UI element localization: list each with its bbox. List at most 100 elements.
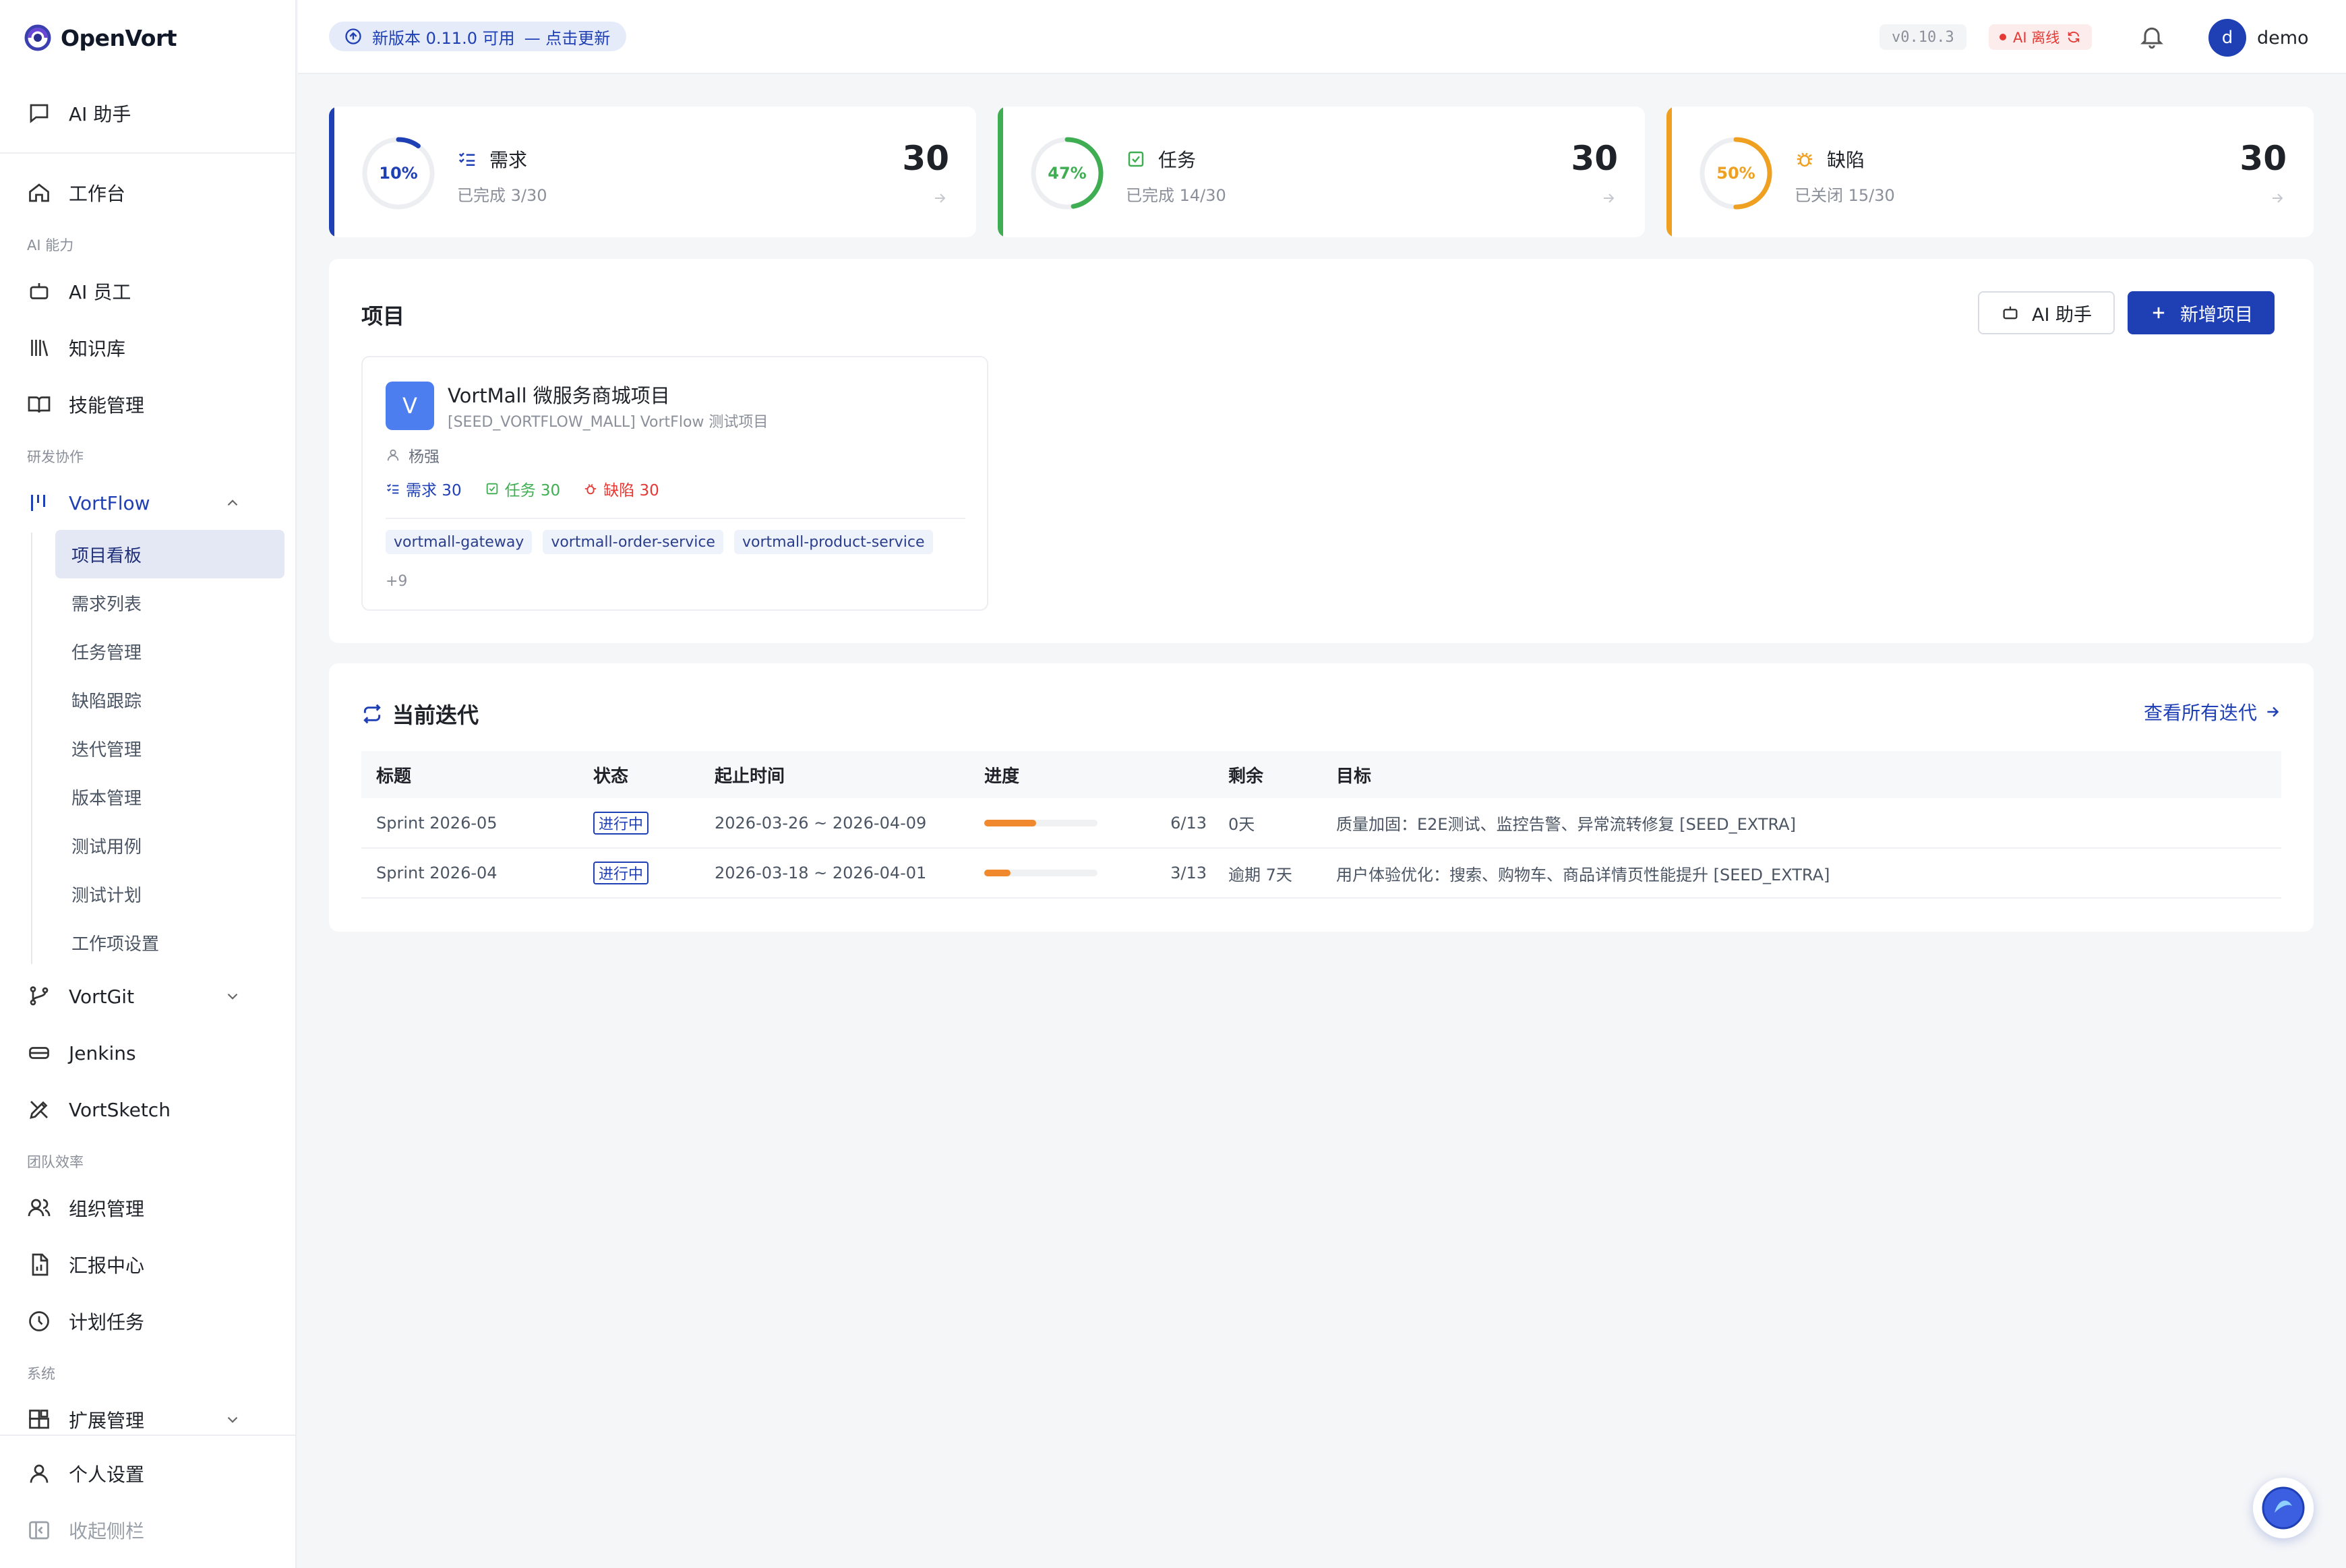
sidebar-item-reports[interactable]: 汇报中心: [12, 1240, 284, 1289]
sidebar-subitem-test-cases[interactable]: 测试用例: [55, 821, 284, 870]
card-divider: [386, 518, 965, 519]
sidebar-subitem-test-plans[interactable]: 测试计划: [55, 870, 284, 918]
arrow-right-icon: [935, 193, 946, 203]
sprint-title[interactable]: Sprint 2026-05: [361, 798, 578, 849]
section-label-dev: 研发协作: [27, 449, 84, 465]
stat-card-requirements[interactable]: 10% 需求 已完成 3/30 30: [329, 107, 976, 237]
sidebar-item-label: Jenkins: [69, 1042, 136, 1064]
count-text: 需求 30: [406, 482, 462, 500]
sidebar-item-knowledge[interactable]: 知识库: [12, 324, 284, 372]
sidebar-subitem-bugs[interactable]: 缺陷跟踪: [55, 675, 284, 724]
update-banner[interactable]: 新版本 0.11.0 可用 — 点击更新: [329, 22, 627, 51]
bug-icon: [584, 484, 597, 495]
sidebar-item-extensions[interactable]: 扩展管理: [12, 1395, 284, 1444]
chevron-up-icon: [227, 500, 238, 506]
robot-icon: [30, 283, 49, 299]
sidebar-item-vortgit[interactable]: VortGit: [12, 972, 284, 1021]
status-badge: 进行中: [593, 862, 649, 884]
progress-cell: 3/13: [969, 848, 1213, 899]
panel-title: 项目: [361, 303, 405, 329]
sidebar-item-vortflow[interactable]: VortFlow: [12, 479, 284, 527]
sidebar-item-skills[interactable]: 技能管理: [12, 380, 284, 429]
column-header: 标题: [361, 751, 578, 798]
bell-icon[interactable]: [2138, 23, 2165, 50]
sidebar-subitem-iterations[interactable]: 迭代管理: [55, 724, 284, 773]
users-icon: [28, 1199, 51, 1217]
sprint-title[interactable]: Sprint 2026-04: [361, 848, 578, 899]
date-range: 2026-03-18 ~ 2026-04-01: [700, 848, 969, 899]
sidebar-divider: [0, 1435, 295, 1436]
status-cell: 进行中: [578, 848, 700, 899]
sidebar-item-scheduled[interactable]: 计划任务: [12, 1297, 284, 1346]
sidebar-subitem-requirements[interactable]: 需求列表: [55, 578, 284, 627]
iteration-goal: 用户体验优化：搜索、购物车、商品详情页性能提升 [SEED_EXTRA]: [1321, 848, 2281, 899]
sidebar-item-label: AI 助手: [69, 103, 131, 125]
sidebar-item-ai-staff[interactable]: AI 员工: [12, 267, 284, 315]
count-text: 任务 30: [504, 482, 561, 500]
sidebar-subitem-versions[interactable]: 版本管理: [55, 773, 284, 821]
project-name[interactable]: VortMall 微服务商城项目: [448, 380, 670, 409]
bug-count[interactable]: 缺陷 30: [583, 477, 659, 500]
sidebar-subitem-project-board[interactable]: 项目看板: [55, 530, 284, 578]
sidebar-item-workbench[interactable]: 工作台: [12, 169, 284, 217]
sidebar-item-org[interactable]: 组织管理: [12, 1184, 284, 1232]
requirement-count[interactable]: 需求 30: [386, 477, 462, 500]
sidebar-item-label: AI 员工: [69, 281, 131, 303]
git-branch-icon: [30, 986, 49, 1006]
projects-panel: 项目 AI 助手 新增项目 V VortMall 微服务商城项目 [SEED_V…: [329, 259, 2314, 643]
ai-assistant-button[interactable]: AI 助手: [1978, 291, 2115, 334]
sidebar-item-label: 收起侧栏: [69, 1520, 145, 1542]
date-range: 2026-03-26 ~ 2026-04-09: [700, 798, 969, 849]
repo-tag[interactable]: vortmall-order-service: [543, 530, 723, 554]
sidebar-item-ai-assistant[interactable]: AI 助手: [12, 89, 284, 138]
plus-icon: [2153, 307, 2165, 319]
stat-sub: 已关闭 15/30: [1795, 186, 1895, 205]
status-cell: 进行中: [578, 798, 700, 849]
stat-card-bugs[interactable]: 50% 缺陷 已关闭 15/30 30: [1666, 107, 2314, 237]
stat-title: 缺陷: [1795, 146, 1865, 173]
user-menu[interactable]: d demo: [2208, 19, 2309, 57]
floating-assistant-button[interactable]: [2253, 1478, 2314, 1538]
iterations-panel: 当前迭代 查看所有迭代 标题 状态 起止时间 进度 剩余 目标 Sprint 2…: [329, 663, 2314, 932]
sidebar-item-label: 个人设置: [69, 1464, 145, 1486]
refresh-icon: [2068, 31, 2080, 43]
app-logo[interactable]: OpenVort: [23, 20, 177, 55]
repo-tag[interactable]: vortmall-gateway: [386, 530, 533, 554]
sidebar-item-label: VortGit: [69, 985, 135, 1008]
task-count[interactable]: 任务 30: [485, 477, 561, 500]
sidebar-item-personal[interactable]: 个人设置: [12, 1449, 284, 1498]
table-row[interactable]: Sprint 2026-05 进行中 2026-03-26 ~ 2026-04-…: [361, 798, 2281, 849]
sidebar-item-label: 知识库: [69, 338, 126, 360]
repo-tag[interactable]: vortmall-product-service: [733, 530, 933, 554]
ai-status-badge[interactable]: AI 离线: [1989, 24, 2093, 50]
progress-fill: [984, 819, 1037, 826]
chevron-down-icon: [227, 993, 238, 1000]
sidebar-subitem-tasks[interactable]: 任务管理: [55, 627, 284, 675]
sidebar-item-vortsketch[interactable]: VortSketch: [12, 1085, 284, 1134]
sidebar-collapse-button[interactable]: 收起侧栏: [12, 1506, 284, 1555]
table-row[interactable]: Sprint 2026-04 进行中 2026-03-18 ~ 2026-04-…: [361, 848, 2281, 899]
stat-sub: 已完成 3/30: [457, 186, 547, 205]
openvort-logo-icon: [24, 24, 51, 51]
robot-icon: [2003, 306, 2018, 320]
sidebar-collapse-icon: [29, 1521, 49, 1540]
view-all-iterations-link[interactable]: 查看所有迭代: [2144, 698, 2281, 725]
user-icon: [30, 1464, 49, 1483]
project-card[interactable]: V VortMall 微服务商城项目 [SEED_VORTFLOW_MALL] …: [361, 356, 988, 611]
pencil-ruler-icon: [30, 1101, 48, 1119]
owner-name: 杨强: [409, 448, 440, 466]
check-square-icon: [1128, 151, 1144, 167]
sidebar-item-label: 工作台: [69, 183, 126, 205]
project-counts: 需求 30 任务 30 缺陷 30: [386, 477, 659, 500]
progress-text: 3/13: [1170, 864, 1207, 882]
stat-card-tasks[interactable]: 47% 任务 已完成 14/30 30: [998, 107, 1645, 237]
add-project-button[interactable]: 新增项目: [2128, 291, 2275, 334]
repeat-icon: [363, 704, 381, 724]
sidebar-item-label: 组织管理: [69, 1198, 145, 1220]
more-tags[interactable]: +9: [386, 573, 407, 590]
remaining-days: 0天: [1213, 798, 1321, 849]
sidebar-item-jenkins[interactable]: Jenkins: [12, 1029, 284, 1077]
sidebar-subitem-workitem-settings[interactable]: 工作项设置: [55, 918, 284, 967]
remaining-days: 逾期 7天: [1213, 848, 1321, 899]
vortflow-icon: [31, 495, 45, 511]
